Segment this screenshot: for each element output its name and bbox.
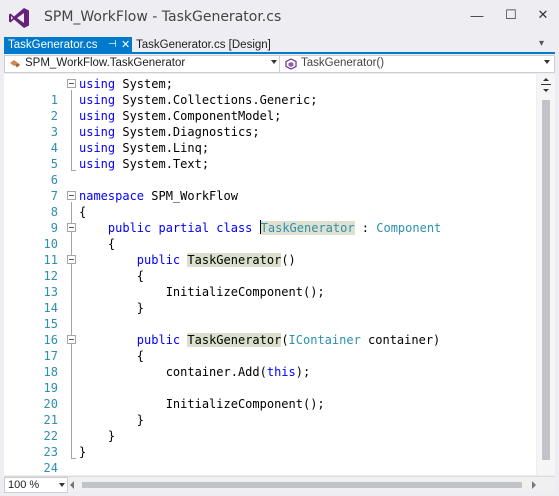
tab-label: TaskGenerator.cs bbox=[8, 39, 98, 51]
code-line: 6 using System.Text; bbox=[4, 156, 536, 187]
code-line: 25 bbox=[4, 460, 536, 475]
type-dropdown-value: SPM_WorkFlow.TaskGenerator bbox=[25, 57, 186, 69]
collapse-toggle-icon[interactable] bbox=[67, 255, 76, 264]
chevron-down-icon bbox=[544, 60, 550, 64]
code-line: 10 public partial class TaskGenerator : … bbox=[4, 220, 536, 251]
code-line: 16 bbox=[4, 316, 536, 347]
maximize-button[interactable]: ☐ bbox=[498, 4, 524, 26]
member-dropdown-value: TaskGenerator() bbox=[301, 57, 385, 69]
tab-taskgenerator-cs[interactable]: TaskGenerator.cs ⊣ ✕ bbox=[4, 37, 132, 53]
code-line: 14 InitializeComponent(); bbox=[4, 284, 536, 315]
code-line: 17 public TaskGenerator(IContainer conta… bbox=[4, 332, 536, 363]
class-icon bbox=[10, 60, 20, 68]
code-line: 15 } bbox=[4, 300, 536, 331]
type-dropdown[interactable]: SPM_WorkFlow.TaskGenerator bbox=[5, 56, 280, 72]
code-line: 21 InitializeComponent(); bbox=[4, 396, 536, 427]
highlighted-class-name: TaskGenerator bbox=[260, 221, 355, 235]
code-line: 3 using System.ComponentModel; bbox=[4, 108, 536, 139]
code-line: 5 using System.Linq; bbox=[4, 140, 536, 171]
method-icon bbox=[285, 58, 297, 70]
code-line: 19 container.Add(this); bbox=[4, 364, 536, 395]
vertical-scroll-thumb[interactable] bbox=[542, 100, 550, 460]
collapse-toggle-icon[interactable] bbox=[67, 335, 76, 344]
close-window-button[interactable]: ✕ bbox=[530, 4, 556, 26]
minimize-button[interactable]: — bbox=[464, 4, 490, 26]
code-line: 23 } bbox=[4, 428, 536, 459]
visual-studio-logo-icon bbox=[9, 8, 29, 28]
code-line: 13 { bbox=[4, 268, 536, 299]
zoom-dropdown[interactable]: 100 % bbox=[4, 477, 68, 493]
tab-overflow-dropdown-icon[interactable]: ▾ bbox=[539, 38, 544, 49]
active-tab-underline bbox=[4, 52, 555, 54]
window-title: SPM_WorkFlow - TaskGenerator.cs bbox=[44, 9, 282, 25]
code-line: 4 using System.Diagnostics; bbox=[4, 124, 536, 155]
split-window-handle-icon[interactable] bbox=[540, 78, 552, 92]
collapse-toggle-icon[interactable] bbox=[67, 223, 76, 232]
member-dropdown[interactable]: TaskGenerator() bbox=[281, 56, 554, 72]
horizontal-scroll-thumb[interactable] bbox=[82, 482, 522, 488]
pin-tab-icon[interactable]: ⊣ bbox=[108, 37, 117, 53]
code-editor[interactable]: 1 using System; 2 using System.Collectio… bbox=[4, 74, 536, 475]
zoom-value: 100 % bbox=[8, 479, 40, 491]
editor-bottom-bar: 100 % bbox=[4, 476, 555, 493]
highlighted-reference: TaskGenerator bbox=[187, 253, 282, 267]
code-line: 8 namespace SPM_WorkFlow bbox=[4, 188, 536, 219]
code-line: 24 } bbox=[4, 444, 536, 475]
document-tab-strip: TaskGenerator.cs ⊣ ✕ TaskGenerator.cs [D… bbox=[0, 35, 559, 53]
title-bar: SPM_WorkFlow - TaskGenerator.cs — ☐ ✕ bbox=[0, 0, 559, 34]
vertical-scrollbar[interactable] bbox=[537, 74, 555, 475]
code-line: 11 { bbox=[4, 236, 536, 267]
chevron-down-icon bbox=[271, 60, 277, 64]
code-line: 12 public TaskGenerator() bbox=[4, 252, 536, 283]
code-line: 18 { bbox=[4, 348, 536, 379]
close-tab-icon[interactable]: ✕ bbox=[121, 37, 130, 53]
collapse-toggle-icon[interactable] bbox=[67, 191, 76, 200]
chevron-down-icon bbox=[59, 483, 65, 487]
scroll-right-arrow-icon[interactable] bbox=[532, 481, 536, 489]
code-line: 20 bbox=[4, 380, 536, 411]
tab-taskgenerator-design[interactable]: TaskGenerator.cs [Design] bbox=[136, 37, 271, 53]
code-line: 7 bbox=[4, 172, 536, 203]
code-line: 22 } bbox=[4, 412, 536, 443]
code-line: 9 { bbox=[4, 204, 536, 235]
collapse-toggle-icon[interactable] bbox=[67, 79, 76, 88]
code-line: 1 using System; bbox=[4, 76, 536, 107]
navigation-bar: SPM_WorkFlow.TaskGenerator TaskGenerator… bbox=[4, 55, 555, 73]
code-line: 2 using System.Collections.Generic; bbox=[4, 92, 536, 123]
scroll-left-arrow-icon[interactable] bbox=[70, 481, 74, 489]
highlighted-reference: TaskGenerator bbox=[187, 333, 282, 347]
